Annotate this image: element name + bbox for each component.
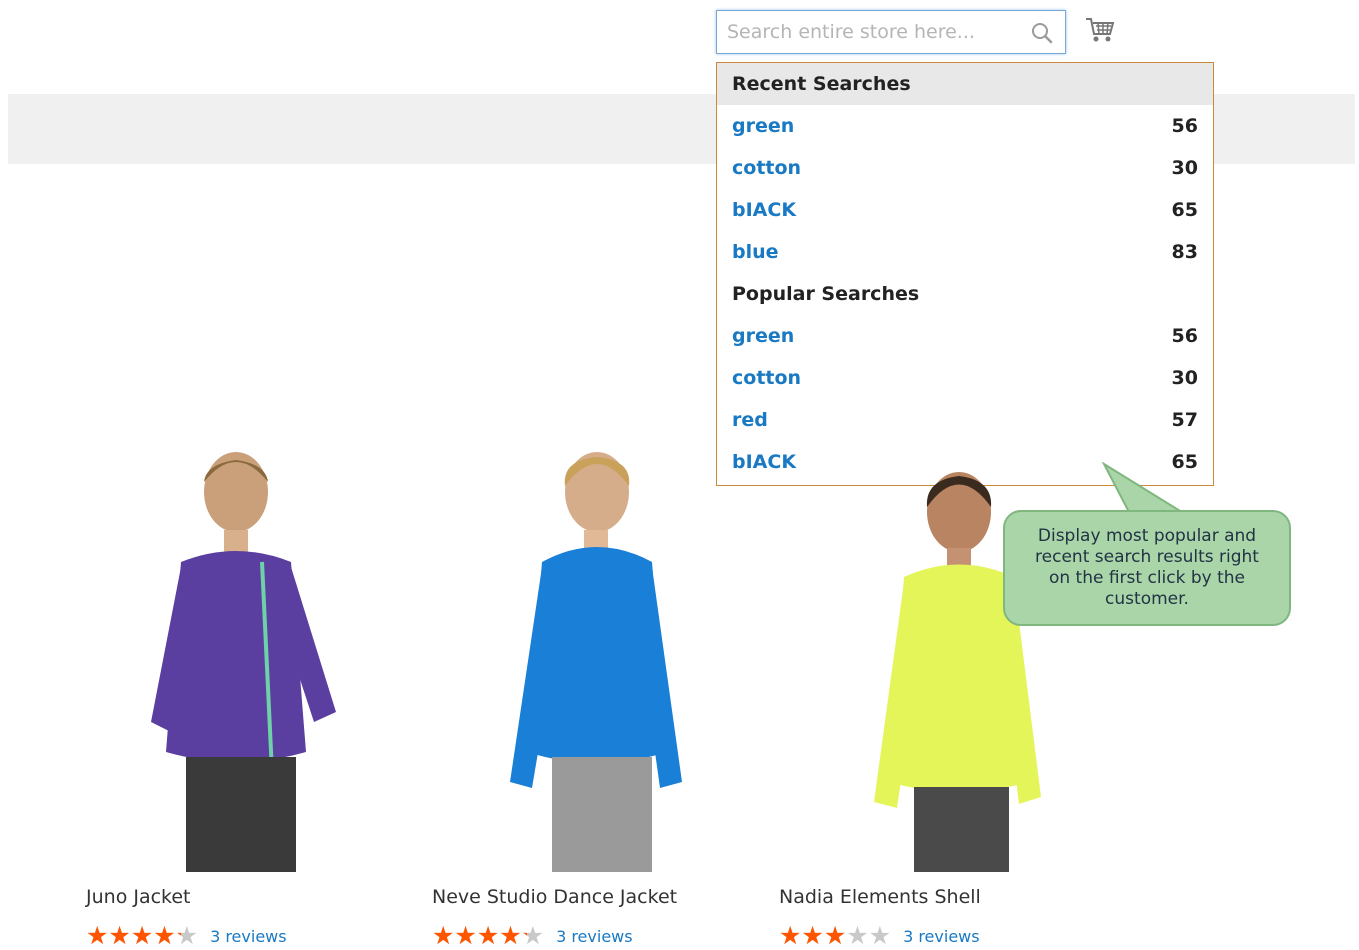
- search-count: 56: [1171, 325, 1198, 347]
- search-term[interactable]: cotton: [732, 157, 801, 179]
- reviews-link[interactable]: 3 reviews: [903, 927, 980, 946]
- product-rating: ★★★★★★★★★★ 3 reviews: [432, 922, 633, 950]
- product-image[interactable]: [432, 452, 732, 872]
- popular-search-item[interactable]: cotton 30: [717, 357, 1213, 399]
- search-term[interactable]: blue: [732, 241, 779, 263]
- rating-fill: ★★★★★: [779, 922, 847, 950]
- search-term[interactable]: cotton: [732, 367, 801, 389]
- rating-stars: ★★★★★★★★★★: [432, 921, 545, 950]
- search-count: 65: [1171, 199, 1198, 221]
- search-icon[interactable]: [1031, 22, 1053, 44]
- popular-search-item[interactable]: green 56: [717, 315, 1213, 357]
- product-rating: ★★★★★★★★★★ 3 reviews: [779, 922, 980, 950]
- search-autocomplete-dropdown: Recent Searches green 56 cotton 30 bIACK…: [716, 62, 1214, 486]
- recent-search-item[interactable]: cotton 30: [717, 147, 1213, 189]
- reviews-link[interactable]: 3 reviews: [210, 927, 287, 946]
- rating-fill: ★★★★★: [86, 922, 181, 950]
- search-count: 57: [1171, 409, 1198, 431]
- product-item[interactable]: Juno Jacket ★★★★★★★★★★ 3 reviews: [86, 452, 386, 950]
- recent-search-item[interactable]: bIACK 65: [717, 189, 1213, 231]
- product-name[interactable]: Neve Studio Dance Jacket: [432, 886, 677, 908]
- search-count: 30: [1171, 157, 1198, 179]
- rating-stars: ★★★★★★★★★★: [779, 921, 892, 950]
- search-input[interactable]: [727, 11, 1017, 53]
- popular-search-item[interactable]: red 57: [717, 399, 1213, 441]
- recent-search-item[interactable]: blue 83: [717, 231, 1213, 273]
- search-box[interactable]: [716, 10, 1066, 54]
- recent-searches-heading: Recent Searches: [717, 63, 1213, 105]
- search-term[interactable]: green: [732, 325, 794, 347]
- search-count: 56: [1171, 115, 1198, 137]
- product-image[interactable]: [86, 452, 386, 872]
- search-count: 30: [1171, 367, 1198, 389]
- product-name[interactable]: Juno Jacket: [86, 886, 191, 908]
- callout-pointer: [1101, 462, 1189, 515]
- callout-text: Display most popular and recent search r…: [1035, 526, 1259, 609]
- product-item[interactable]: Neve Studio Dance Jacket ★★★★★★★★★★ 3 re…: [432, 452, 732, 950]
- product-rating: ★★★★★★★★★★ 3 reviews: [86, 922, 287, 950]
- search-count: 83: [1171, 241, 1198, 263]
- search-term[interactable]: green: [732, 115, 794, 137]
- search-term[interactable]: red: [732, 409, 768, 431]
- search-term[interactable]: bIACK: [732, 199, 796, 221]
- popular-searches-heading: Popular Searches: [732, 283, 920, 305]
- product-name[interactable]: Nadia Elements Shell: [779, 886, 981, 908]
- rating-stars: ★★★★★★★★★★: [86, 921, 199, 950]
- shopping-cart-icon[interactable]: [1085, 16, 1115, 44]
- recent-search-item[interactable]: green 56: [717, 105, 1213, 147]
- reviews-link[interactable]: 3 reviews: [556, 927, 633, 946]
- rating-fill: ★★★★★: [432, 922, 527, 950]
- feature-callout: Display most popular and recent search r…: [1003, 510, 1291, 626]
